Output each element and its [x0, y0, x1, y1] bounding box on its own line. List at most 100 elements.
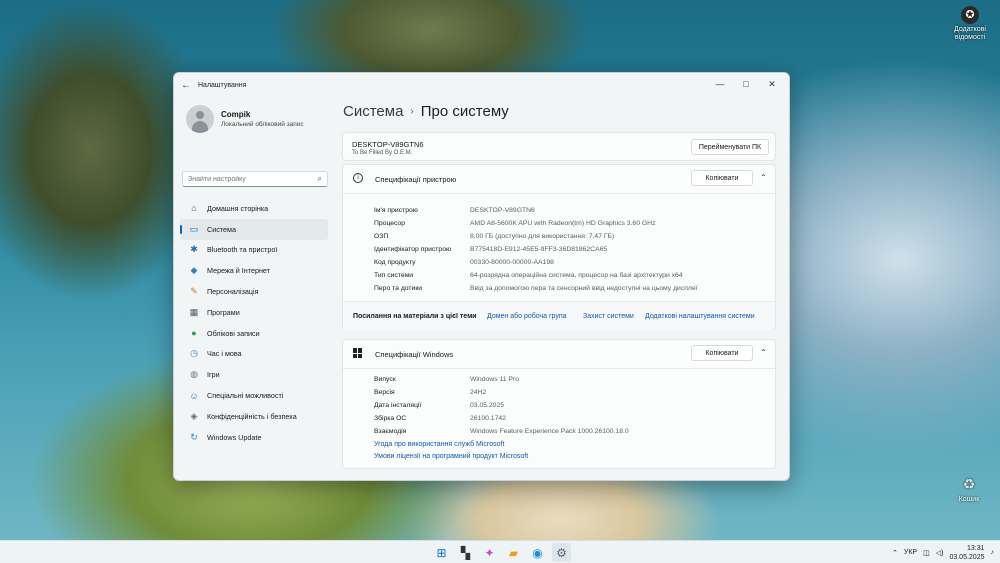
- sidebar-item-6[interactable]: ● Облікові записи: [180, 323, 328, 344]
- breadcrumb-separator: ›: [410, 106, 414, 117]
- user-icon: ●: [191, 328, 197, 339]
- spec-row: Тип системи 64-розрядна операційна систем…: [374, 269, 774, 282]
- main-content: Система › Про систему DESKTOP-V89GTN6 To…: [342, 97, 788, 480]
- spec-row: Код продукту 00330-80000-00000-AA198: [374, 256, 774, 269]
- accessibility-icon: ☺: [189, 390, 199, 401]
- taskbar-apps: ⊞ ▚ ✦ ▰ ◉ ⚙: [432, 543, 571, 562]
- sidebar-item-label: Програми: [207, 307, 240, 317]
- related-links-bar: Посилання на матеріали з цієї теми Домен…: [343, 301, 775, 330]
- sidebar-item-0[interactable]: ⌂ Домашня сторінка: [180, 198, 328, 219]
- spec-row: Процесор AMD A8-5600K APU with Radeon(tm)…: [374, 217, 774, 230]
- window-controls: — □ ✕: [707, 75, 785, 93]
- link-microsoft-license-terms[interactable]: Умови ліцензії на програмний продукт Mic…: [374, 453, 528, 460]
- desktop-icon-label: Додаткові відомості: [954, 26, 986, 41]
- minimize-button[interactable]: —: [707, 75, 733, 93]
- desktop-icon-info[interactable]: ✪ Додаткові відомості: [950, 6, 990, 42]
- spec-key: Ім'я пристрою: [374, 207, 418, 214]
- sidebar-item-5[interactable]: ▦ Програми: [180, 302, 328, 323]
- link-system-protection[interactable]: Захист системи: [583, 313, 634, 320]
- shield-icon: ◈: [190, 410, 198, 421]
- network-icon: ◆: [190, 265, 198, 276]
- copy-device-specs-button[interactable]: Копіювати: [691, 170, 753, 186]
- paintbrush-icon: ✎: [190, 286, 198, 297]
- desktop-icon-label: Кошик: [958, 496, 980, 503]
- spec-value: 03.05.2025: [470, 402, 505, 409]
- spec-key: Перо та дотики: [374, 285, 423, 292]
- sidebar-item-8[interactable]: ◍ Ігри: [180, 364, 328, 385]
- clock-date: 03.05.2025: [949, 553, 985, 561]
- file-explorer-icon[interactable]: ▰: [504, 543, 523, 562]
- windows-logo-icon: [353, 348, 363, 358]
- spec-value: Ввід за допомогою пера та сенсорний ввід…: [470, 285, 698, 292]
- link-domain-workgroup[interactable]: Домен або робоча група: [487, 313, 567, 320]
- windows-specs-card: Специфікації Windows Копіювати ⌃ Випуск W…: [342, 339, 776, 469]
- language-indicator[interactable]: УКР: [904, 549, 917, 556]
- spec-value: 64-розрядна операційна система, процесор…: [470, 272, 683, 279]
- task-view-icon[interactable]: ▚: [456, 543, 475, 562]
- back-arrow-icon[interactable]: ←: [174, 80, 198, 91]
- device-specs-title: Специфікації пристрою: [375, 175, 457, 184]
- sidebar-item-label: Персоналізація: [207, 287, 259, 297]
- spec-value: AMD A8-5600K APU with Radeon(tm) HD Grap…: [470, 220, 656, 227]
- user-profile[interactable]: Compik Локальний обліковий запис: [186, 105, 304, 133]
- spec-value: 8,00 ГБ (доступно для використання: 7,47…: [470, 233, 615, 240]
- page-title: Про систему: [420, 103, 509, 120]
- info-icon: i: [353, 173, 363, 183]
- link-advanced-system-settings[interactable]: Додаткові налаштування системи: [645, 313, 755, 320]
- monitor-icon: ▭: [189, 223, 199, 234]
- pc-name: DESKTOP-V89GTN6: [352, 140, 424, 149]
- chevron-up-icon[interactable]: ⌃: [892, 549, 898, 557]
- clock[interactable]: 13:31 03.05.2025: [949, 544, 984, 562]
- breadcrumb: Система › Про систему: [343, 103, 509, 120]
- chevron-up-icon[interactable]: ⌃: [760, 348, 767, 357]
- settings-gear-icon[interactable]: ⚙: [552, 543, 571, 562]
- spec-row: Дата інсталяції 03.05.2025: [374, 399, 774, 412]
- rename-pc-button[interactable]: Перейменувати ПК: [691, 139, 769, 155]
- chevron-up-icon[interactable]: ⌃: [760, 173, 767, 182]
- clock-time: 13:31: [966, 544, 985, 552]
- sidebar-item-1[interactable]: ▭ Система: [180, 218, 328, 240]
- bluetooth-icon: ✱: [190, 244, 198, 255]
- volume-icon[interactable]: ◁): [936, 549, 944, 557]
- sidebar-item-7[interactable]: ◷ Час і мова: [180, 344, 328, 365]
- sidebar-item-2[interactable]: ✱ Bluetooth та пристрої: [180, 240, 328, 261]
- sidebar-item-label: Ігри: [207, 370, 220, 380]
- network-icon[interactable]: ◫: [923, 549, 930, 557]
- maximize-button[interactable]: □: [733, 75, 759, 93]
- sidebar-item-4[interactable]: ✎ Персоналізація: [180, 281, 328, 302]
- sidebar-item-11[interactable]: ↻ Windows Update: [180, 427, 328, 448]
- spec-row: Ідентифікатор пристрою B775418D-E912-45E5…: [374, 243, 774, 256]
- search-icon[interactable]: ⌕: [318, 174, 322, 184]
- spec-value: 00330-80000-00000-AA198: [470, 259, 554, 266]
- desktop-icon-recycle-bin[interactable]: ♻ Кошик: [949, 474, 989, 504]
- breadcrumb-parent[interactable]: Система: [343, 103, 403, 120]
- close-button[interactable]: ✕: [759, 75, 785, 93]
- sidebar-item-label: Мережа й Інтернет: [207, 266, 270, 276]
- avatar: [186, 105, 214, 133]
- windows-start-icon[interactable]: ⊞: [432, 543, 451, 562]
- sidebar-item-3[interactable]: ◆ Мережа й Інтернет: [180, 260, 328, 281]
- copilot-icon[interactable]: ✦: [480, 543, 499, 562]
- copy-windows-specs-button[interactable]: Копіювати: [691, 345, 753, 361]
- spec-key: Ідентифікатор пристрою: [374, 246, 452, 253]
- search-box[interactable]: ⌕: [182, 171, 328, 187]
- window-title: Налаштування: [198, 81, 247, 89]
- sidebar-item-10[interactable]: ◈ Конфіденційність і безпека: [180, 406, 328, 427]
- spec-key: Код продукту: [374, 259, 416, 266]
- device-specs-card: i Специфікації пристрою Копіювати ⌃ Ім'я…: [342, 164, 776, 330]
- profile-account-type: Локальний обліковий запис: [221, 121, 304, 128]
- search-input[interactable]: [188, 175, 308, 183]
- sidebar-item-label: Час і мова: [207, 349, 242, 359]
- link-microsoft-services-agreement[interactable]: Угода про використання служб Microsoft: [374, 441, 504, 448]
- sidebar-item-label: Облікові записи: [207, 328, 260, 338]
- windows-specs-header[interactable]: Специфікації Windows Копіювати ⌃: [343, 340, 775, 368]
- related-links-label: Посилання на матеріали з цієї теми: [353, 313, 477, 320]
- notification-bell-icon[interactable]: ♪: [991, 549, 995, 556]
- spec-value: DESKTOP-V89GTN6: [470, 207, 535, 214]
- gamepad-icon: ◍: [190, 369, 198, 380]
- sidebar-item-9[interactable]: ☺ Спеціальні можливості: [180, 385, 328, 406]
- sidebar-nav: ⌂ Домашня сторінка ▭ Система ✱ Bluetooth та п…: [180, 198, 328, 448]
- device-specs-header[interactable]: i Специфікації пристрою Копіювати ⌃: [343, 165, 775, 193]
- edge-icon[interactable]: ◉: [528, 543, 547, 562]
- spec-row: Взаємодія Windows Feature Experience Pack…: [374, 425, 774, 438]
